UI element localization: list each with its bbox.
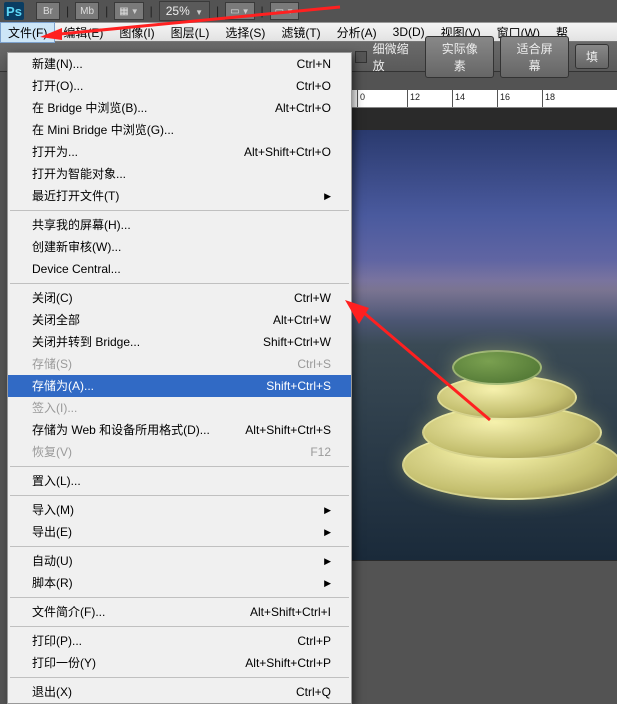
- menu-separator: [10, 546, 349, 547]
- zoom-level[interactable]: 25% ▼: [159, 1, 210, 21]
- menu-item[interactable]: 打印(P)...Ctrl+P: [8, 630, 351, 652]
- screen-mode-button[interactable]: ▦▼: [114, 2, 143, 20]
- horizontal-ruler: 0 12 14 16 18: [352, 90, 617, 108]
- menu-item[interactable]: 关闭全部Alt+Ctrl+W: [8, 309, 351, 331]
- menu-item[interactable]: 在 Mini Bridge 中浏览(G)...: [8, 119, 351, 141]
- menu-separator: [10, 597, 349, 598]
- view-extras-button[interactable]: ▭▼: [225, 2, 254, 20]
- menu-separator: [10, 626, 349, 627]
- canvas-area: 0 12 14 16 18: [352, 90, 617, 561]
- menu-item[interactable]: 脚本(R)▶: [8, 572, 351, 594]
- scrubby-zoom-label: 细微缩放: [373, 40, 420, 74]
- arrange-docs-button[interactable]: ▭▼: [270, 2, 299, 20]
- menu-item[interactable]: 打印一份(Y)Alt+Shift+Ctrl+P: [8, 652, 351, 674]
- menu-separator: [10, 677, 349, 678]
- menu-item: 存储(S)Ctrl+S: [8, 353, 351, 375]
- app-toolbar: Ps Br | Mb | ▦▼ | 25% ▼ | ▭▼ | ▭▼: [0, 0, 617, 22]
- menu-item[interactable]: 共享我的屏幕(H)...: [8, 214, 351, 236]
- menu-separator: [10, 283, 349, 284]
- menu-filter[interactable]: 滤镜(T): [273, 22, 328, 43]
- menu-item[interactable]: 最近打开文件(T)▶: [8, 185, 351, 207]
- menu-item: 签入(I)...: [8, 397, 351, 419]
- menu-item[interactable]: 打开为...Alt+Shift+Ctrl+O: [8, 141, 351, 163]
- document-image[interactable]: [352, 130, 617, 560]
- menu-layer[interactable]: 图层(L): [163, 22, 218, 43]
- menu-item[interactable]: 打开为智能对象...: [8, 163, 351, 185]
- menu-item[interactable]: 关闭并转到 Bridge...Shift+Ctrl+W: [8, 331, 351, 353]
- file-dropdown-menu: 新建(N)...Ctrl+N打开(O)...Ctrl+O在 Bridge 中浏览…: [7, 52, 352, 704]
- menu-select[interactable]: 选择(S): [217, 22, 273, 43]
- menu-item[interactable]: 存储为(A)...Shift+Ctrl+S: [8, 375, 351, 397]
- bridge-button[interactable]: Br: [36, 2, 60, 20]
- menu-file[interactable]: 文件(F): [0, 22, 55, 43]
- menu-item[interactable]: 打开(O)...Ctrl+O: [8, 75, 351, 97]
- actual-pixels-button[interactable]: 实际像素: [425, 36, 494, 78]
- menu-item[interactable]: 导出(E)▶: [8, 521, 351, 543]
- menu-item[interactable]: 置入(L)...: [8, 470, 351, 492]
- menu-edit[interactable]: 编辑(E): [55, 22, 111, 43]
- menu-separator: [10, 210, 349, 211]
- menu-item[interactable]: 文件简介(F)...Alt+Shift+Ctrl+I: [8, 601, 351, 623]
- fill-screen-button[interactable]: 填: [575, 44, 609, 69]
- menu-item[interactable]: 退出(X)Ctrl+Q: [8, 681, 351, 703]
- menu-separator: [10, 495, 349, 496]
- menu-item[interactable]: 导入(M)▶: [8, 499, 351, 521]
- minibridge-button[interactable]: Mb: [75, 2, 99, 20]
- menu-item[interactable]: Device Central...: [8, 258, 351, 280]
- menu-item[interactable]: 存储为 Web 和设备所用格式(D)...Alt+Shift+Ctrl+S: [8, 419, 351, 441]
- scrubby-zoom-checkbox[interactable]: [355, 51, 367, 63]
- menu-item: 恢复(V)F12: [8, 441, 351, 463]
- menu-item[interactable]: 关闭(C)Ctrl+W: [8, 287, 351, 309]
- ps-logo-icon: Ps: [4, 2, 24, 20]
- menu-item[interactable]: 新建(N)...Ctrl+N: [8, 53, 351, 75]
- menu-item[interactable]: 创建新审核(W)...: [8, 236, 351, 258]
- menu-item[interactable]: 在 Bridge 中浏览(B)...Alt+Ctrl+O: [8, 97, 351, 119]
- menu-item[interactable]: 自动(U)▶: [8, 550, 351, 572]
- menu-separator: [10, 466, 349, 467]
- fit-screen-button[interactable]: 适合屏幕: [500, 36, 569, 78]
- menu-image[interactable]: 图像(I): [111, 22, 162, 43]
